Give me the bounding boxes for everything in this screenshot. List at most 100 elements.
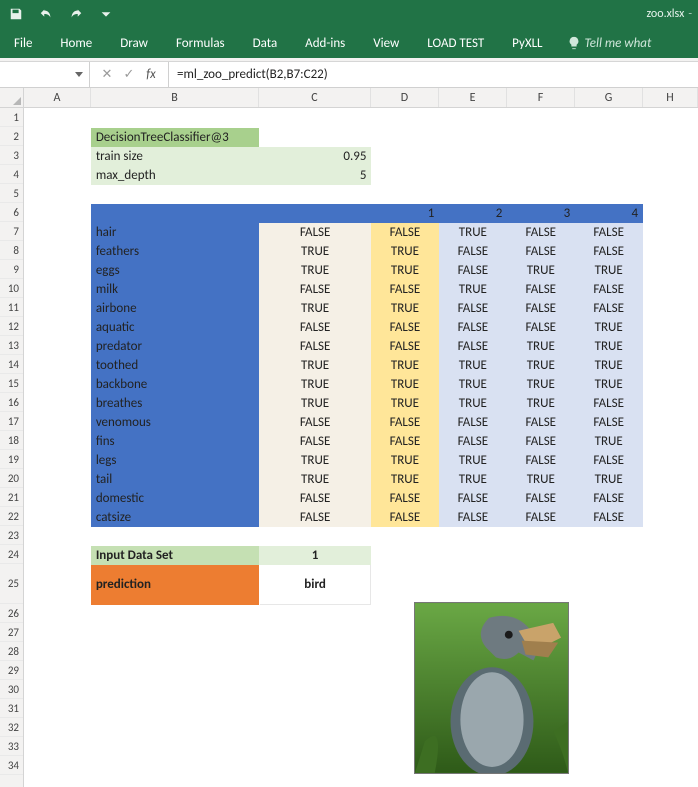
cell-feature-v0[interactable]: FALSE (259, 223, 371, 242)
cell-feature-v1[interactable]: FALSE (371, 223, 439, 242)
cell-feature-label[interactable]: toothed (91, 356, 259, 375)
col-header-d[interactable]: D (371, 88, 439, 107)
row-header-10[interactable]: 10 (0, 279, 23, 298)
row-header-26[interactable]: 26 (0, 604, 23, 623)
cell-feature-v3[interactable]: FALSE (507, 413, 575, 432)
cell-feature-v4[interactable]: TRUE (575, 356, 643, 375)
cell-feature-label[interactable]: backbone (91, 375, 259, 394)
cell-feature-v4[interactable]: FALSE (575, 508, 643, 527)
cell-feature-v3[interactable]: FALSE (507, 280, 575, 299)
cell-feature-v4[interactable]: TRUE (575, 337, 643, 356)
cell-feature-v2[interactable]: FALSE (439, 299, 507, 318)
accept-formula-icon[interactable]: ✓ (122, 67, 136, 82)
select-all-cell[interactable] (0, 88, 24, 108)
cell-feature-v1[interactable]: TRUE (371, 394, 439, 413)
hdr-num-2[interactable]: 2 (439, 204, 507, 223)
cell-feature-label[interactable]: tail (91, 470, 259, 489)
cell-feature-v2[interactable]: FALSE (439, 337, 507, 356)
cell-feature-v4[interactable]: FALSE (575, 394, 643, 413)
row-header-34[interactable]: 34 (0, 756, 23, 775)
row-header-31[interactable]: 31 (0, 699, 23, 718)
cell-feature-v4[interactable]: TRUE (575, 432, 643, 451)
col-header-h[interactable]: H (643, 88, 698, 107)
cell-param1-value[interactable]: 5 (259, 166, 371, 185)
cell-feature-v0[interactable]: TRUE (259, 375, 371, 394)
row-header-25[interactable]: 25 (0, 564, 23, 604)
col-header-c[interactable]: C (259, 88, 371, 107)
row-header-27[interactable]: 27 (0, 623, 23, 642)
cell-feature-label[interactable]: domestic (91, 489, 259, 508)
row-header-19[interactable]: 19 (0, 450, 23, 469)
cell-feature-v0[interactable]: TRUE (259, 356, 371, 375)
cell-feature-v0[interactable]: FALSE (259, 413, 371, 432)
row-header-21[interactable]: 21 (0, 488, 23, 507)
col-header-e[interactable]: E (439, 88, 507, 107)
cell-feature-v1[interactable]: TRUE (371, 451, 439, 470)
embedded-image-bird[interactable] (414, 602, 569, 774)
cell-feature-label[interactable]: fins (91, 432, 259, 451)
cell-feature-v3[interactable]: TRUE (507, 394, 575, 413)
fx-icon[interactable]: fx (144, 67, 158, 82)
name-box[interactable] (0, 62, 90, 87)
cell-feature-v2[interactable]: TRUE (439, 280, 507, 299)
col-header-f[interactable]: F (507, 88, 575, 107)
cell-feature-v1[interactable]: FALSE (371, 337, 439, 356)
customize-qat-icon[interactable] (98, 6, 114, 22)
cell-feature-label[interactable]: legs (91, 451, 259, 470)
row-header-32[interactable]: 32 (0, 718, 23, 737)
hdr-num-3[interactable]: 3 (507, 204, 575, 223)
row-header-29[interactable]: 29 (0, 661, 23, 680)
cell-feature-v4[interactable]: FALSE (575, 299, 643, 318)
cell-prediction-label[interactable]: prediction (91, 565, 259, 605)
cell-feature-v1[interactable]: FALSE (371, 432, 439, 451)
cell-feature-v3[interactable]: TRUE (507, 337, 575, 356)
cell-feature-v2[interactable]: TRUE (439, 356, 507, 375)
cell-feature-v0[interactable]: TRUE (259, 451, 371, 470)
tab-pyxll[interactable]: PyXLL (498, 28, 556, 58)
cell-feature-v3[interactable]: FALSE (507, 432, 575, 451)
cell-feature-v3[interactable]: FALSE (507, 318, 575, 337)
cell-feature-label[interactable]: hair (91, 223, 259, 242)
row-header-12[interactable]: 12 (0, 317, 23, 336)
cell-feature-v3[interactable]: FALSE (507, 299, 575, 318)
cells-area[interactable]: DecisionTreeClassifier@3 train size0.95 … (24, 108, 698, 787)
tab-draw[interactable]: Draw (106, 28, 162, 58)
save-icon[interactable] (8, 6, 24, 22)
cell-feature-v2[interactable]: FALSE (439, 489, 507, 508)
row-header-33[interactable]: 33 (0, 737, 23, 756)
cell-feature-v0[interactable]: TRUE (259, 261, 371, 280)
row-header-30[interactable]: 30 (0, 680, 23, 699)
row-header-1[interactable]: 1 (0, 108, 23, 127)
tab-file[interactable]: File (0, 28, 46, 58)
cell-inputset-value[interactable]: 1 (259, 546, 371, 565)
cell-feature-label[interactable]: catsize (91, 508, 259, 527)
cell-feature-v0[interactable]: TRUE (259, 299, 371, 318)
cancel-formula-icon[interactable]: ✕ (100, 67, 114, 82)
cell-feature-v2[interactable]: TRUE (439, 223, 507, 242)
cell-feature-v4[interactable]: TRUE (575, 470, 643, 489)
cell-param0-value[interactable]: 0.95 (259, 147, 371, 166)
tab-data[interactable]: Data (239, 28, 292, 58)
spreadsheet-grid[interactable]: A B C D E F G H 123456789101112131415161… (0, 88, 698, 787)
row-header-9[interactable]: 9 (0, 260, 23, 279)
cell-feature-v0[interactable]: FALSE (259, 337, 371, 356)
hdr-num-1[interactable]: 1 (371, 204, 439, 223)
cell-feature-v1[interactable]: TRUE (371, 299, 439, 318)
cell-feature-v0[interactable]: FALSE (259, 280, 371, 299)
cell-feature-v3[interactable]: TRUE (507, 375, 575, 394)
cell-feature-v0[interactable]: FALSE (259, 489, 371, 508)
tab-formulas[interactable]: Formulas (162, 28, 239, 58)
row-header-14[interactable]: 14 (0, 355, 23, 374)
cell-feature-v4[interactable]: FALSE (575, 451, 643, 470)
col-header-g[interactable]: G (575, 88, 643, 107)
cell-feature-v2[interactable]: FALSE (439, 242, 507, 261)
cell-feature-v1[interactable]: TRUE (371, 375, 439, 394)
row-header-18[interactable]: 18 (0, 431, 23, 450)
cell-feature-label[interactable]: predator (91, 337, 259, 356)
tell-me-search[interactable]: Tell me what (557, 28, 658, 58)
cell-feature-label[interactable]: aquatic (91, 318, 259, 337)
cell-feature-v4[interactable]: TRUE (575, 261, 643, 280)
col-header-b[interactable]: B (91, 88, 259, 107)
cell-feature-v2[interactable]: FALSE (439, 432, 507, 451)
row-header-5[interactable]: 5 (0, 184, 23, 203)
